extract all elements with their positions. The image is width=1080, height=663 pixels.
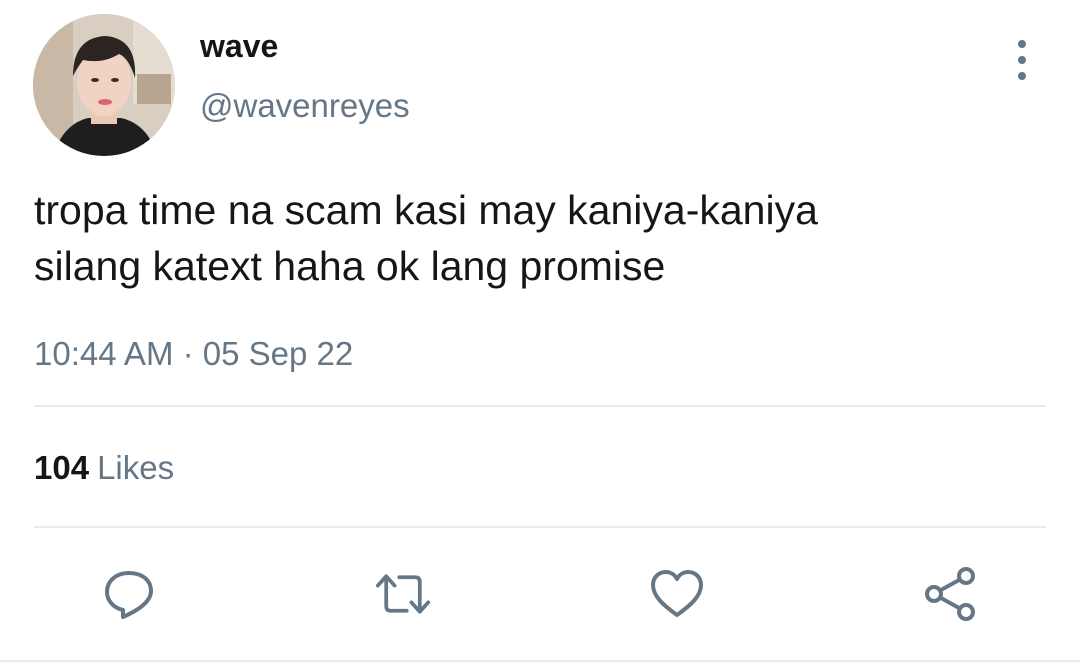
more-dot-icon: [1018, 56, 1026, 64]
share-icon: [925, 567, 975, 621]
more-options-button[interactable]: [1004, 40, 1040, 80]
tweet-text-line: silang katext haha ok lang promise: [34, 243, 666, 289]
tweet-detail: wave @wavenreyes tropa time na scam kasi…: [0, 0, 1080, 663]
tweet-time: 10:44 AM: [34, 335, 174, 372]
more-dot-icon: [1018, 40, 1026, 48]
display-name[interactable]: wave: [200, 26, 278, 66]
tweet-text-line: tropa time na scam kasi may kaniya-kaniy…: [34, 187, 818, 233]
tweet-text: tropa time na scam kasi may kaniya-kaniy…: [34, 182, 1034, 294]
divider: [34, 405, 1046, 407]
heart-icon: [651, 570, 703, 617]
meta-separator: ·: [182, 335, 194, 372]
retweet-icon: [375, 574, 431, 614]
share-button[interactable]: [922, 566, 978, 622]
avatar[interactable]: [33, 14, 175, 156]
likes-stat[interactable]: 104 Likes: [34, 448, 174, 488]
divider: [34, 526, 1046, 528]
divider: [0, 660, 1080, 662]
tweet-timestamp: 10:44 AM · 05 Sep 22: [34, 334, 353, 374]
user-handle[interactable]: @wavenreyes: [200, 86, 410, 126]
like-button[interactable]: [649, 566, 705, 622]
reply-button[interactable]: [101, 566, 157, 622]
likes-label: Likes: [97, 449, 175, 486]
likes-count: 104: [34, 449, 90, 486]
reply-icon: [105, 571, 153, 619]
tweet-date[interactable]: 05 Sep 22: [203, 335, 353, 372]
retweet-button[interactable]: [375, 566, 431, 622]
more-dot-icon: [1018, 72, 1026, 80]
